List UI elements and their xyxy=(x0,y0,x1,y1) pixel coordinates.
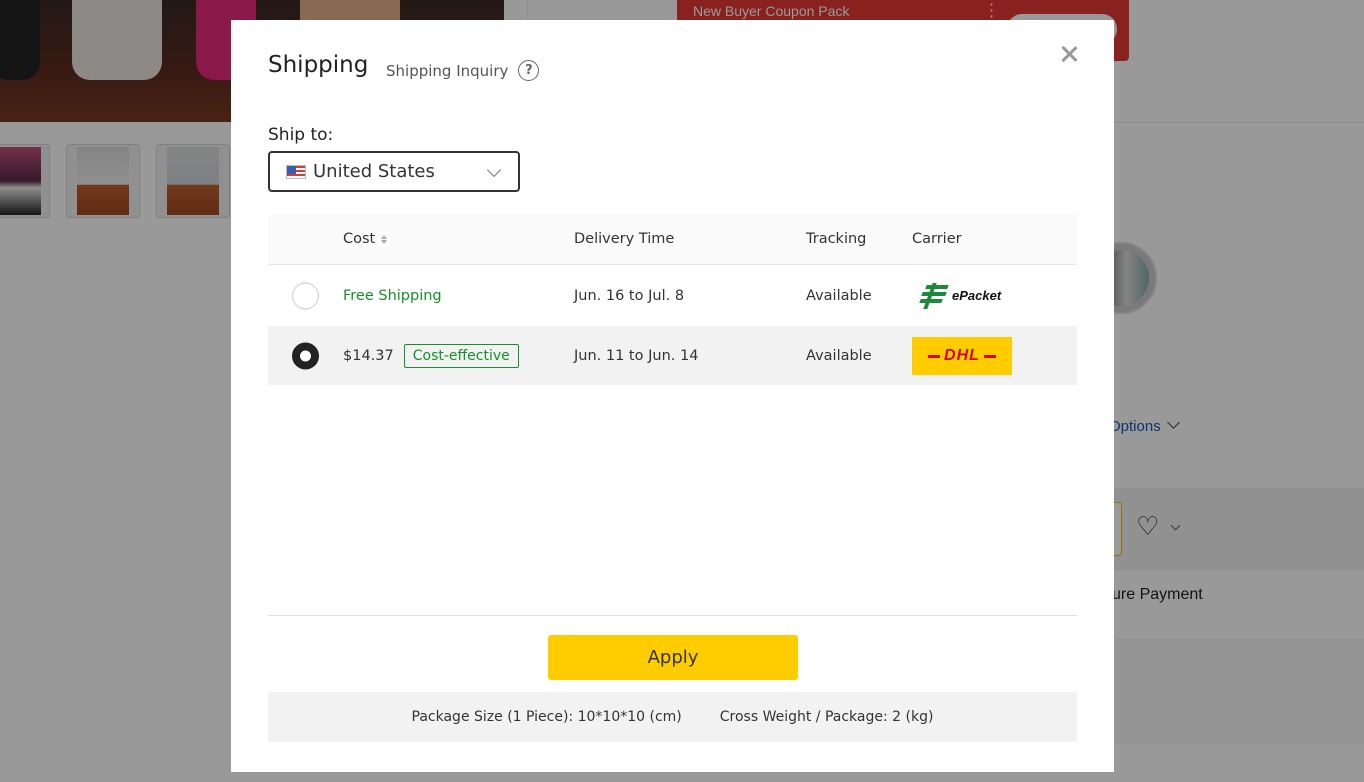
shipping-inquiry: Shipping Inquiry ? xyxy=(386,60,540,81)
chevron-down-icon xyxy=(486,162,502,178)
delivery-time: Jun. 11 to Jun. 14 xyxy=(574,347,699,364)
dhl-logo: DHL xyxy=(912,336,1012,375)
header-tracking: Tracking xyxy=(806,231,867,247)
country-value: United States xyxy=(313,161,435,182)
delivery-time: Jun. 16 to Jul. 8 xyxy=(574,287,685,304)
tracking-status: Available xyxy=(806,347,872,364)
table-header: Cost Delivery Time Tracking Carrier xyxy=(268,214,1077,265)
header-cost[interactable]: Cost xyxy=(343,231,388,247)
country-select[interactable]: United States xyxy=(268,151,520,192)
sort-icon[interactable] xyxy=(381,234,388,244)
package-size: Package Size (1 Piece): 10*10*10 (cm) xyxy=(411,709,682,725)
us-flag-icon xyxy=(286,164,306,179)
gross-weight: Cross Weight / Package: 2 (kg) xyxy=(719,709,934,725)
shipping-option-radio-selected[interactable] xyxy=(292,342,319,369)
table-row[interactable]: $14.37 Cost-effective Jun. 11 to Jun. 14… xyxy=(268,326,1077,385)
shipping-inquiry-label: Shipping Inquiry xyxy=(386,61,509,80)
modal-title: Shipping xyxy=(268,52,369,78)
ship-to-label: Ship to: xyxy=(268,125,334,145)
close-icon[interactable] xyxy=(1057,42,1081,66)
table-row[interactable]: Free Shipping Jun. 16 to Jul. 8 Availabl… xyxy=(268,265,1077,326)
help-icon[interactable]: ? xyxy=(518,60,540,81)
shipping-options-table: Cost Delivery Time Tracking Carrier Free… xyxy=(268,214,1077,385)
shipping-option-radio[interactable] xyxy=(292,282,319,309)
cost-effective-badge: Cost-effective xyxy=(403,343,519,368)
cost-value: Free Shipping xyxy=(343,287,442,304)
header-delivery-time: Delivery Time xyxy=(574,231,675,247)
header-carrier: Carrier xyxy=(912,231,962,247)
cost-value: $14.37 xyxy=(343,347,394,364)
epacket-logo: ePacket xyxy=(912,281,1001,311)
china-post-icon xyxy=(918,281,950,311)
apply-button[interactable]: Apply xyxy=(548,635,798,680)
package-info: Package Size (1 Piece): 10*10*10 (cm) Cr… xyxy=(268,692,1077,742)
shipping-modal: Shipping Shipping Inquiry ? Ship to: Uni… xyxy=(231,20,1114,772)
tracking-status: Available xyxy=(806,287,872,304)
